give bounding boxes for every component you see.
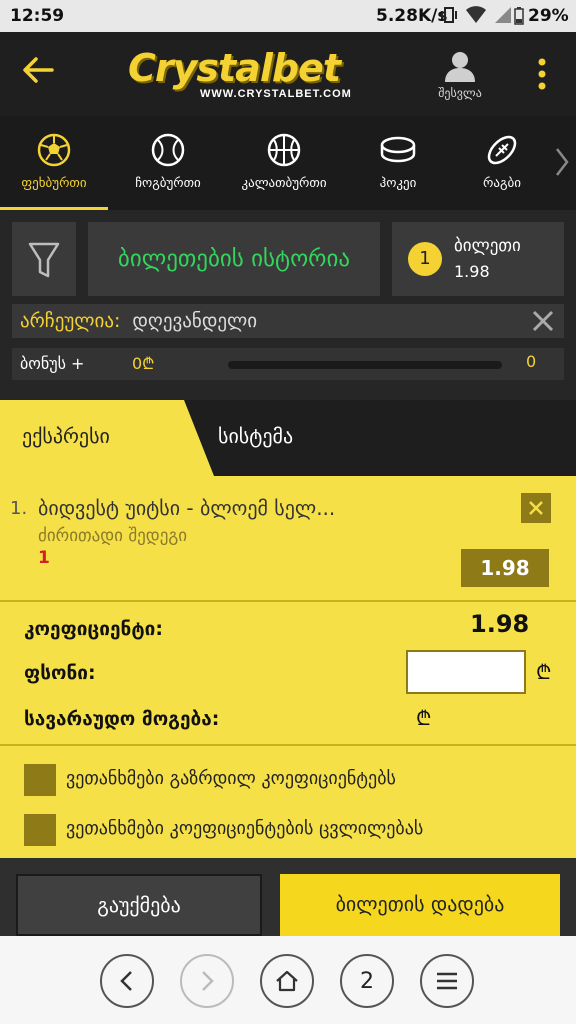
brand-url: WWW.CRYSTALBET.COM: [200, 88, 352, 100]
chevron-right-icon: [202, 971, 214, 991]
ticket-history-label: ბილეთების ისტორია: [117, 246, 351, 272]
accept-increased-odds-checkbox[interactable]: [24, 764, 56, 796]
status-icons: [440, 6, 512, 24]
bet-item: 1. ბიდვესტ უიტსი - ბლოემ სელ... ძირითადი…: [0, 476, 576, 602]
archive-label: არჩეულია:: [20, 310, 121, 332]
brand-logo[interactable]: Crystalbet WWW.CRYSTALBET.COM: [128, 46, 378, 102]
current-ticket-button[interactable]: 1 ბილეთი 1.98: [392, 222, 564, 296]
ticket-count-badge: 1: [408, 242, 442, 276]
filter-button[interactable]: [12, 222, 76, 296]
back-button[interactable]: [22, 56, 54, 88]
bet-market: ძირითადი შედეგი: [38, 526, 188, 546]
bet-odds: 1.98: [461, 549, 549, 587]
tab-count: 2: [360, 968, 374, 994]
status-bar: 12:59 5.28K/s 29%: [0, 0, 576, 32]
bonus-label: ბონუს +: [20, 354, 85, 373]
sport-label: რაგბი: [483, 176, 521, 191]
arrow-left-icon: [23, 57, 54, 83]
ticket-odds: 1.98: [454, 262, 490, 281]
potential-win-value: ₾: [416, 706, 432, 730]
hamburger-menu-icon: [437, 972, 457, 990]
tennis-ball-icon: [151, 133, 185, 167]
more-vertical-icon: [538, 58, 546, 90]
sport-label: ფეხბურთი: [21, 176, 87, 191]
brand-name: Crystalbet: [128, 46, 341, 90]
stake-currency: ₾: [536, 660, 552, 684]
place-bet-button[interactable]: ბილეთის დადება: [280, 874, 560, 936]
bet-type-tabs: ექსპრესი სისტემა: [0, 400, 576, 476]
browser-back-button[interactable]: [100, 954, 154, 1008]
soccer-ball-icon: [37, 133, 71, 167]
hockey-puck-icon: [380, 136, 416, 163]
sports-scroll-right[interactable]: [554, 146, 570, 182]
coefficient-label: კოეფიციენტი:: [24, 618, 163, 640]
tab-system[interactable]: სისტემა: [214, 400, 414, 476]
accept-odds-change-label[interactable]: ვეთანხმები კოეფიციენტების ცვლილებას: [66, 818, 423, 839]
browser-tabs-button[interactable]: 2: [340, 954, 394, 1008]
browser-menu-button[interactable]: [420, 954, 474, 1008]
overflow-menu-button[interactable]: [530, 54, 554, 94]
chevron-left-icon: [120, 971, 132, 991]
basketball-icon: [267, 133, 301, 167]
user-icon: [445, 52, 475, 82]
archive-value: დღევანდელი: [132, 310, 258, 332]
sport-tab-football[interactable]: ფეხბურთი: [0, 116, 108, 210]
coefficient-value: 1.98: [470, 610, 530, 638]
bet-summary: კოეფიციენტი: 1.98 ფსონი: ₾ სავარაუდო მოგ…: [0, 602, 576, 746]
cancel-button[interactable]: გაუქმება: [16, 874, 262, 936]
sports-nav: ფეხბურთი ჩოგბურთი კალათბურთი ჰოკეი რაგბი: [0, 116, 576, 210]
rugby-ball-icon: [487, 135, 517, 165]
vibrate-icon: [441, 7, 457, 23]
bonus-right-value: 0: [526, 352, 537, 371]
battery-percent: 29%: [528, 6, 569, 26]
accept-odds-change-checkbox[interactable]: [24, 814, 56, 846]
clear-filter-button[interactable]: [532, 310, 554, 337]
chevron-right-icon: [556, 148, 569, 176]
close-icon: [529, 501, 543, 515]
accept-increased-odds-label[interactable]: ვეთანხმები გაზრდილ კოეფიციენტებს: [66, 768, 396, 789]
signal-icon: [495, 7, 511, 23]
login-button[interactable]: შესვლა: [430, 50, 490, 100]
close-icon: [532, 310, 554, 332]
sport-label: ჰოკეი: [379, 176, 417, 191]
app-header: Crystalbet WWW.CRYSTALBET.COM შესვლა: [0, 32, 576, 116]
bonus-bar: ბონუს + 0₾ 0: [12, 348, 564, 380]
bet-pick: 1: [38, 548, 50, 568]
browser-toolbar: 2: [0, 936, 576, 1024]
betslip-actions: გაუქმება ბილეთის დადება: [0, 858, 576, 936]
stake-input[interactable]: [406, 650, 526, 694]
bonus-progress-track: [228, 361, 502, 369]
sport-tab-hockey[interactable]: ჰოკეი: [348, 116, 448, 210]
bet-index: 1.: [10, 498, 28, 519]
battery-icon: [514, 7, 524, 25]
sport-label: ჩოგბურთი: [135, 176, 201, 191]
status-time: 12:59: [10, 6, 65, 26]
browser-home-button[interactable]: [260, 954, 314, 1008]
sport-tab-basketball[interactable]: კალათბურთი: [228, 116, 340, 210]
betslip-toolbar: ბილეთების ისტორია 1 ბილეთი 1.98 არჩეულია…: [0, 210, 576, 400]
ticket-label: ბილეთი: [454, 236, 521, 256]
filter-funnel-icon: [28, 242, 60, 278]
home-icon: [276, 970, 298, 992]
stake-label: ფსონი:: [24, 662, 96, 684]
login-label: შესვლა: [438, 86, 482, 100]
consent-options: ვეთანხმები გაზრდილ კოეფიციენტებს ვეთანხმ…: [0, 746, 576, 858]
network-speed: 5.28K/s: [376, 6, 448, 26]
sport-tab-tennis[interactable]: ჩოგბურთი: [116, 116, 220, 210]
potential-win-label: სავარაუდო მოგება:: [24, 708, 220, 730]
bonus-amount: 0₾: [132, 354, 155, 373]
sport-tab-rugby[interactable]: რაგბი: [460, 116, 544, 210]
remove-bet-button[interactable]: [521, 493, 551, 523]
ticket-history-button[interactable]: ბილეთების ისტორია: [88, 222, 380, 296]
archive-filter[interactable]: არჩეულია: დღევანდელი: [12, 304, 564, 338]
wifi-icon: [466, 6, 486, 23]
sport-label: კალათბურთი: [241, 176, 327, 191]
tab-express[interactable]: ექსპრესი: [0, 400, 214, 476]
browser-forward-button[interactable]: [180, 954, 234, 1008]
bet-event-title[interactable]: ბიდვესტ უიტსი - ბლოემ სელ...: [38, 496, 335, 520]
battery: 29%: [514, 6, 569, 26]
